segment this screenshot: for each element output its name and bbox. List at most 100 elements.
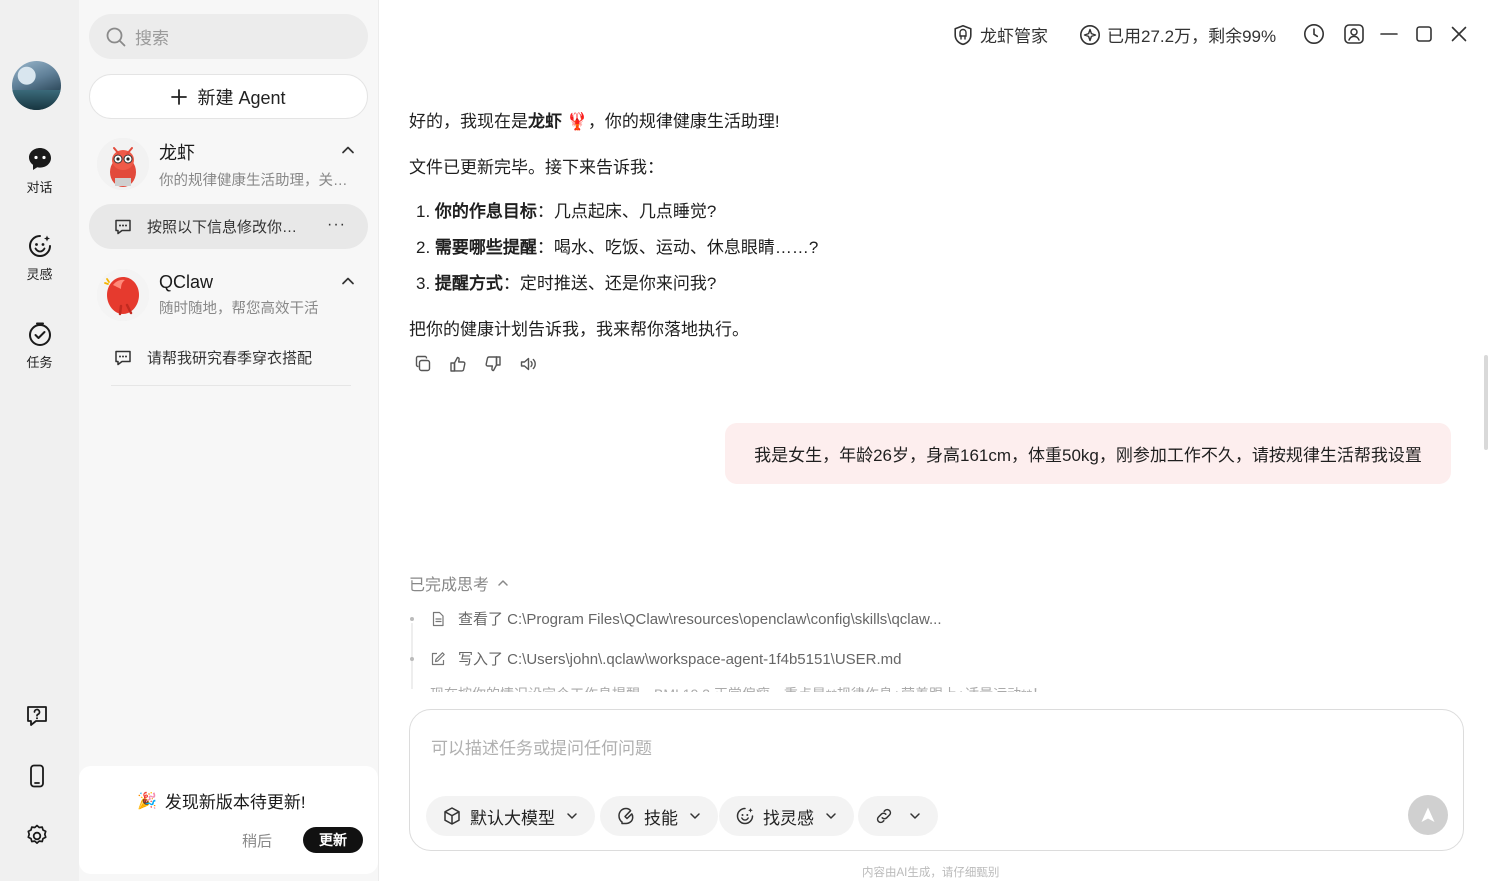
agent-avatar-qclaw: [97, 269, 149, 321]
thinking-step: 写入了 C:\Users\john\.qclaw\workspace-agent…: [410, 648, 902, 669]
chevron-up-icon[interactable]: [340, 142, 356, 158]
usage-indicator[interactable]: 已用27.2万，剩余99%: [1079, 22, 1276, 47]
list-item: 2. 需要哪些提醒：喝水、吃饭、运动、休息眼睛……?: [416, 233, 818, 258]
inspiration-label: 找灵感: [763, 808, 814, 828]
composer-input[interactable]: 可以描述任务或提问任何问题: [431, 734, 652, 759]
chevron-up-icon: [498, 580, 508, 586]
rail-item-task[interactable]: 任务: [0, 321, 79, 371]
scrollbar[interactable]: [1484, 355, 1488, 450]
later-button[interactable]: 稍后: [242, 830, 272, 851]
agent-item-longxia[interactable]: 龙虾 你的规律健康生活助理，关…: [89, 134, 368, 194]
assistant-intro: 好的，我现在是龙虾 🦞，你的规律健康生活助理!: [409, 111, 780, 133]
maximize-icon[interactable]: [1413, 23, 1435, 45]
plus-icon: [171, 88, 188, 105]
avatar[interactable]: [12, 61, 61, 110]
list-bold: 需要哪些提醒: [434, 238, 537, 257]
close-icon[interactable]: [1448, 23, 1470, 45]
list-bold: 你的作息目标: [434, 202, 537, 221]
session-item[interactable]: 按照以下信息修改你… ···: [89, 204, 368, 249]
model-label: 默认大模型: [470, 808, 555, 828]
inspiration-selector[interactable]: 找灵感: [719, 796, 854, 836]
shield-icon: [954, 24, 972, 45]
lobster-emoji: 🦞: [566, 112, 588, 131]
phone-icon[interactable]: [24, 763, 50, 789]
step-dot: [410, 616, 414, 621]
chevron-down-icon: [567, 813, 577, 819]
list-text: ：喝水、吃饭、运动、休息眼睛……?: [536, 238, 819, 257]
assistant-line: 文件已更新完毕。接下来告诉我：: [409, 158, 664, 177]
manager-button[interactable]: 龙虾管家: [952, 22, 1048, 47]
search-input[interactable]: 搜索: [89, 14, 368, 59]
session-title: 请帮我研究春季穿衣搭配: [147, 350, 313, 367]
link-icon: [876, 808, 892, 824]
inspiration-icon: [736, 807, 754, 825]
list-text: ：几点起床、几点睡觉?: [536, 202, 717, 221]
step-text: 写入了 C:\Users\john\.qclaw\workspace-agent…: [458, 651, 902, 668]
assistant-closing: 把你的健康计划告诉我，我来帮你落地执行。: [409, 320, 749, 339]
message-icon: [115, 350, 131, 365]
thumbs-down-icon[interactable]: [484, 355, 502, 373]
list-number: 3.: [416, 274, 431, 293]
list-item: 3. 提醒方式：定时推送、还是你来问我?: [416, 269, 716, 294]
divider: [111, 385, 351, 386]
copy-icon[interactable]: [414, 355, 432, 373]
skill-icon: [618, 807, 634, 825]
update-button[interactable]: 更新: [303, 827, 363, 853]
left-rail: 对话 灵感 任务: [0, 0, 79, 881]
faded-step-text: 现在按你的情况设定个工作息提醒，BMI 19.3 正常偏瘦，重点是**规律作息+…: [430, 684, 1090, 692]
minimize-icon[interactable]: [1378, 23, 1400, 45]
rail-label-chat: 对话: [26, 180, 53, 195]
party-icon: 🎉: [137, 792, 157, 810]
list-text: ：定时推送、还是你来问我?: [502, 274, 717, 293]
new-agent-label: 新建 Agent: [197, 87, 286, 108]
list-number: 2.: [416, 238, 431, 257]
new-agent-button[interactable]: 新建 Agent: [89, 74, 368, 119]
rail-item-chat[interactable]: 对话: [0, 146, 79, 196]
agent-desc: 随时随地，帮您高效干活: [159, 301, 319, 317]
chevron-down-icon: [826, 813, 836, 819]
more-options-button[interactable]: ···: [327, 216, 346, 234]
chevron-up-icon[interactable]: [340, 273, 356, 289]
chevron-down-icon: [690, 813, 700, 819]
agent-name: QClaw: [159, 272, 214, 292]
list-number: 1.: [416, 202, 431, 221]
manager-label: 龙虾管家: [980, 27, 1048, 46]
agent-item-qclaw[interactable]: QClaw 随时随地，帮您高效干活: [89, 265, 368, 325]
search-icon: [106, 27, 126, 46]
thinking-step: 查看了 C:\Program Files\QClaw\resources\ope…: [410, 608, 942, 629]
thumbs-up-icon[interactable]: [449, 355, 467, 373]
agent-desc: 你的规律健康生活助理，关…: [159, 172, 348, 189]
step-text: 查看了 C:\Program Files\QClaw\resources\ope…: [458, 611, 942, 628]
intro-name: 龙虾: [528, 112, 562, 131]
ai-disclaimer: 内容由AI生成，请仔细甄别: [862, 867, 1000, 879]
send-icon: [1421, 807, 1435, 822]
step-dot: [410, 656, 414, 661]
token-icon: [1080, 24, 1100, 45]
chevron-down-icon: [910, 813, 920, 819]
session-item[interactable]: 请帮我研究春季穿衣搭配: [89, 335, 368, 380]
inspiration-icon: [28, 235, 51, 257]
skills-selector[interactable]: 技能: [600, 796, 718, 836]
composer: 可以描述任务或提问任何问题 默认大模型 技能 找灵感: [409, 709, 1464, 851]
message-actions: [414, 355, 537, 373]
send-button[interactable]: [1408, 795, 1448, 835]
user-icon[interactable]: [1343, 23, 1365, 45]
skills-label: 技能: [644, 808, 678, 828]
rail-label-inspiration: 灵感: [26, 267, 53, 282]
update-title-text: 发现新版本待更新!: [164, 793, 306, 812]
file-icon: [432, 611, 444, 626]
update-card: 🎉 发现新版本待更新! 稍后 更新: [79, 766, 378, 874]
agent-name: 龙虾: [159, 142, 195, 163]
link-selector[interactable]: [858, 796, 938, 836]
list-item: 1. 你的作息目标：几点起床、几点睡觉?: [416, 197, 716, 222]
help-icon[interactable]: [24, 703, 50, 729]
user-message-text: 我是女生，年龄26岁，身高161cm，体重50kg，刚参加工作不久，请按规律生活…: [754, 446, 1422, 465]
speaker-icon[interactable]: [519, 355, 537, 373]
thinking-toggle[interactable]: 已完成思考: [409, 571, 509, 595]
settings-icon[interactable]: [24, 823, 50, 849]
history-icon[interactable]: [1303, 23, 1325, 45]
rail-item-inspiration[interactable]: 灵感: [0, 233, 79, 283]
usage-label: 已用27.2万，剩余99%: [1107, 27, 1277, 46]
intro-suffix: ，你的规律健康生活助理!: [587, 112, 780, 131]
model-selector[interactable]: 默认大模型: [426, 796, 595, 836]
